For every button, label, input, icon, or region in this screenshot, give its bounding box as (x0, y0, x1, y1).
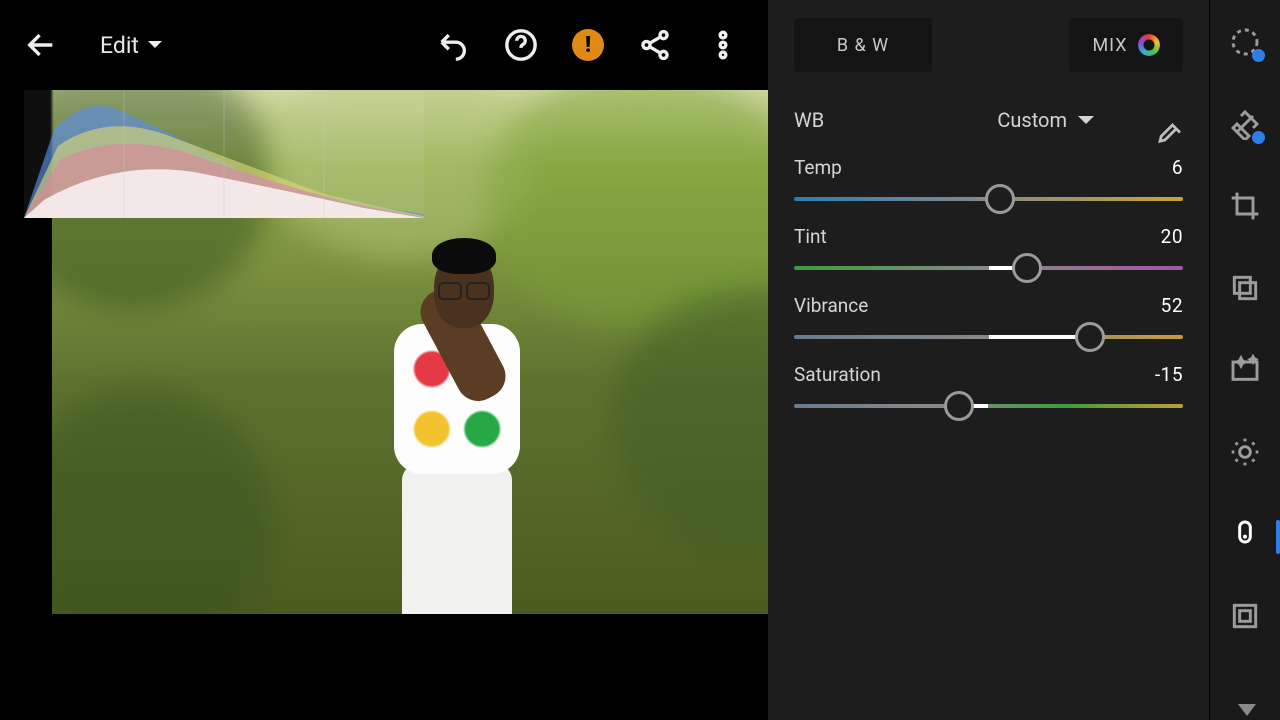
slider-value: 20 (1161, 225, 1183, 248)
wb-label: WB (794, 108, 824, 132)
color-wheel-icon (1138, 34, 1160, 56)
tool-strip (1210, 0, 1280, 720)
tool-masking[interactable] (1227, 24, 1263, 60)
slider-label: Tint (794, 225, 827, 248)
help-button[interactable] (504, 28, 538, 62)
tool-effects[interactable] (1227, 598, 1263, 634)
tool-auto[interactable] (1227, 352, 1263, 388)
slider-label: Saturation (794, 363, 881, 386)
share-button[interactable] (638, 28, 672, 62)
edit-dot-icon (1252, 131, 1265, 144)
undo-button[interactable] (436, 28, 470, 62)
slider-value: 6 (1172, 156, 1183, 179)
wb-eyedropper-button[interactable] (1155, 120, 1185, 154)
slider-label: Vibrance (794, 294, 868, 317)
tab-bw[interactable]: B & W (794, 18, 932, 72)
slider-value: 52 (1161, 294, 1183, 317)
slider-knob[interactable] (1012, 253, 1042, 283)
tool-healing[interactable] (1227, 106, 1263, 142)
wb-preset-value: Custom (997, 108, 1067, 132)
slider-label: Temp (794, 156, 842, 179)
scroll-down-hint-icon (1238, 704, 1256, 716)
back-button[interactable] (24, 28, 58, 62)
tab-mix-label: MIX (1092, 35, 1127, 56)
wb-preset-dropdown[interactable]: Custom (997, 108, 1095, 132)
tab-color-mix[interactable]: MIX (1069, 18, 1183, 72)
mode-dropdown[interactable]: Edit (100, 32, 163, 59)
slider-tint[interactable]: Tint 20 (794, 225, 1183, 270)
color-panel: B & W MIX WB Custom Temp 6 Tint 20 (768, 0, 1210, 720)
overflow-menu-button[interactable] (706, 28, 740, 62)
tool-color[interactable] (1227, 516, 1263, 552)
mode-label: Edit (100, 32, 139, 59)
tool-presets[interactable] (1227, 270, 1263, 306)
slider-value: -15 (1155, 363, 1183, 386)
tool-crop[interactable] (1227, 188, 1263, 224)
slider-saturation[interactable]: Saturation -15 (794, 363, 1183, 408)
edit-dot-icon (1252, 49, 1265, 62)
slider-knob[interactable] (985, 184, 1015, 214)
slider-temp[interactable]: Temp 6 (794, 156, 1183, 201)
slider-knob[interactable] (1075, 322, 1105, 352)
slider-knob[interactable] (944, 391, 974, 421)
slider-vibrance[interactable]: Vibrance 52 (794, 294, 1183, 339)
histogram[interactable] (24, 90, 424, 218)
tool-light[interactable] (1227, 434, 1263, 470)
sync-warning-badge[interactable]: ! (572, 29, 604, 61)
topbar: Edit ! (0, 0, 768, 90)
